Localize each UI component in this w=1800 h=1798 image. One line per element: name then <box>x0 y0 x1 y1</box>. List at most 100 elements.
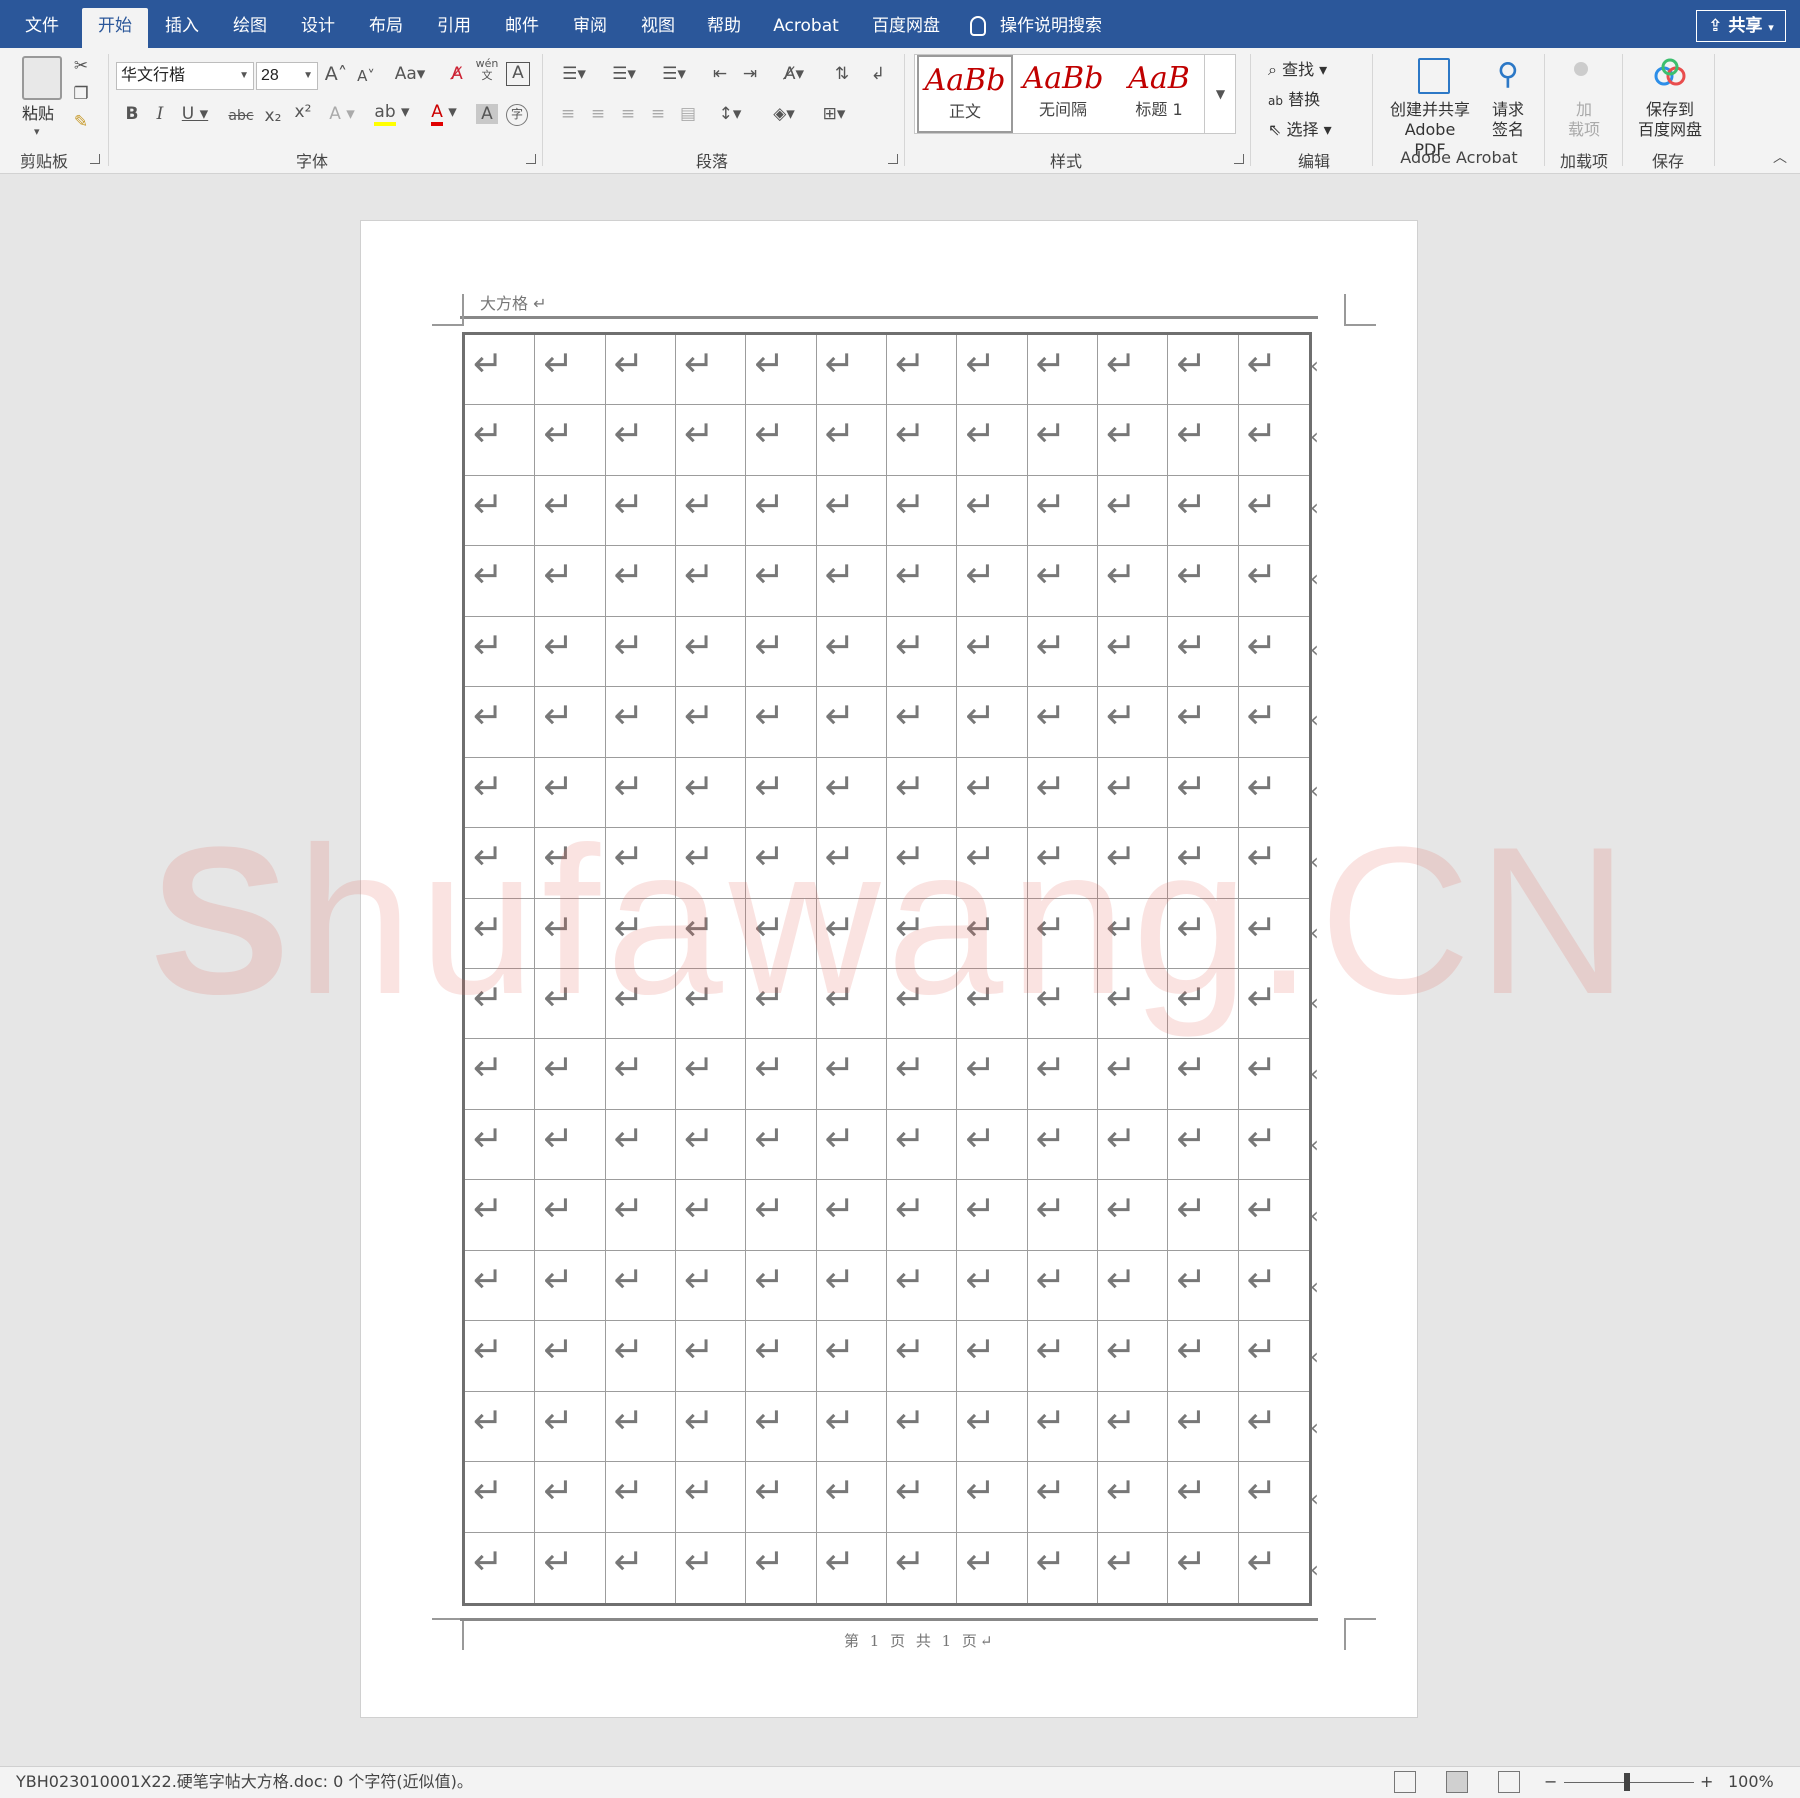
grid-cell[interactable] <box>887 475 958 547</box>
clipboard-launcher-icon[interactable] <box>90 154 100 164</box>
sort-icon[interactable]: ⇅ <box>830 64 854 84</box>
grid-cell[interactable] <box>1168 405 1239 476</box>
grid-cell[interactable] <box>1098 1321 1169 1392</box>
grid-cell[interactable] <box>465 616 536 688</box>
grid-cell[interactable] <box>957 1391 1028 1463</box>
baidu-netdisk-icon[interactable] <box>1652 58 1688 88</box>
font-color-icon[interactable]: A ▾ <box>424 102 464 126</box>
save-to-baidu-button[interactable]: 保存到 百度网盘 <box>1632 100 1708 140</box>
zoom-in-button[interactable]: + <box>1700 1767 1713 1797</box>
grid-cell[interactable] <box>1028 1532 1098 1603</box>
grid-cell[interactable] <box>605 1462 676 1533</box>
cut-icon[interactable]: ✂ <box>70 56 92 76</box>
grid-cell[interactable] <box>1098 1039 1169 1110</box>
grid-cell[interactable] <box>535 1250 606 1322</box>
grid-cell[interactable] <box>1238 1039 1309 1110</box>
grid-cell[interactable] <box>746 335 817 406</box>
grid-cell[interactable] <box>676 1039 747 1110</box>
collapse-ribbon-icon[interactable]: ︿ <box>1770 148 1790 168</box>
grid-cell[interactable] <box>887 1180 958 1251</box>
grid-cell[interactable] <box>1238 1392 1309 1463</box>
read-mode-icon[interactable] <box>1394 1771 1416 1793</box>
grid-cell[interactable] <box>535 1462 606 1533</box>
grid-cell[interactable] <box>1168 335 1239 406</box>
font-name-dropdown[interactable]: 华文行楷 ▼ <box>116 62 254 90</box>
grid-cell[interactable] <box>535 405 606 476</box>
tab-references[interactable]: 引用 <box>432 0 476 48</box>
grid-cell[interactable] <box>1238 687 1309 758</box>
line-spacing-icon[interactable]: ↕▾ <box>712 104 748 124</box>
grid-cell[interactable] <box>957 1321 1028 1392</box>
grid-cell[interactable] <box>816 1180 887 1251</box>
tab-baidu-netdisk[interactable]: 百度网盘 <box>866 0 946 48</box>
grid-cell[interactable] <box>816 616 887 688</box>
print-layout-icon[interactable] <box>1446 1771 1468 1793</box>
grid-cell[interactable] <box>957 475 1028 547</box>
grid-cell[interactable] <box>1027 335 1098 406</box>
grid-cell[interactable] <box>676 1321 747 1392</box>
grid-cell[interactable] <box>957 616 1028 688</box>
grid-cell[interactable] <box>746 1532 817 1603</box>
web-layout-icon[interactable] <box>1498 1771 1520 1793</box>
borders-icon[interactable]: ⊞▾ <box>816 104 852 124</box>
grid-cell[interactable] <box>535 335 606 406</box>
grid-cell[interactable] <box>1027 1180 1098 1251</box>
grid-cell[interactable] <box>816 1109 887 1181</box>
grid-cell[interactable] <box>1098 405 1169 476</box>
grid-cell[interactable] <box>887 335 958 406</box>
subscript-icon[interactable]: x₂ <box>262 106 284 126</box>
grid-cell[interactable] <box>746 475 817 547</box>
grid-cell[interactable] <box>605 405 676 476</box>
strikethrough-icon[interactable]: abc <box>226 106 256 126</box>
grid-cell[interactable] <box>535 1321 606 1392</box>
grid-cell[interactable] <box>746 1109 817 1181</box>
grid-cell[interactable] <box>535 546 606 617</box>
grid-cell[interactable] <box>676 1532 747 1603</box>
style-no-spacing[interactable]: AaBb 无间隔 <box>1015 55 1111 133</box>
grid-cell[interactable] <box>605 1109 676 1181</box>
grid-cell[interactable] <box>957 1109 1028 1181</box>
grid-cell[interactable] <box>535 1180 606 1251</box>
create-pdf-icon[interactable] <box>1418 58 1450 94</box>
grid-cell[interactable] <box>957 405 1028 476</box>
grid-cell[interactable] <box>816 1039 887 1110</box>
grid-cell[interactable] <box>1027 546 1098 617</box>
grid-cell[interactable] <box>1238 617 1309 688</box>
grid-cell[interactable] <box>1027 405 1098 476</box>
tab-file[interactable]: 文件 <box>20 0 64 48</box>
grid-cell[interactable] <box>1168 1250 1239 1322</box>
multilevel-list-icon[interactable]: ☰▾ <box>656 64 692 84</box>
grid-cell[interactable] <box>676 1391 747 1463</box>
grid-cell[interactable] <box>535 687 606 758</box>
paste-icon[interactable] <box>22 56 62 100</box>
grid-cell[interactable] <box>1168 1180 1239 1251</box>
grid-cell[interactable] <box>887 405 958 476</box>
grid-cell[interactable] <box>676 1180 747 1251</box>
show-marks-icon[interactable]: ↲ <box>866 64 890 84</box>
request-signature-button[interactable]: 请求 签名 <box>1488 100 1528 140</box>
grid-cell[interactable] <box>957 1462 1028 1533</box>
increase-indent-icon[interactable]: ⇥ <box>738 64 762 84</box>
text-effects-icon[interactable]: A ▾ <box>326 104 358 124</box>
style-normal[interactable]: AaBb 正文 <box>917 55 1013 133</box>
grid-cell[interactable] <box>887 1462 958 1533</box>
character-border-icon[interactable]: A <box>506 62 530 86</box>
phonetic-guide-icon[interactable]: wén 文 <box>474 58 500 82</box>
grid-cell[interactable] <box>887 1250 958 1322</box>
grid-cell[interactable] <box>676 1250 747 1322</box>
grid-cell[interactable] <box>887 1109 958 1181</box>
addins-button[interactable]: 加 载项 <box>1564 100 1604 140</box>
grid-cell[interactable] <box>817 1532 887 1603</box>
grid-cell[interactable] <box>676 475 747 547</box>
tab-mailings[interactable]: 邮件 <box>500 0 544 48</box>
grid-cell[interactable] <box>1027 1109 1098 1181</box>
paste-button[interactable]: 粘贴 <box>22 100 54 124</box>
grid-cell[interactable] <box>465 1462 536 1533</box>
grid-cell[interactable] <box>746 1391 817 1463</box>
grid-cell[interactable] <box>1168 546 1239 617</box>
grid-cell[interactable] <box>605 546 676 617</box>
grid-cell[interactable] <box>816 475 887 547</box>
grid-cell[interactable] <box>746 1180 817 1251</box>
grid-cell[interactable] <box>606 1532 676 1603</box>
grid-cell[interactable] <box>816 1391 887 1463</box>
